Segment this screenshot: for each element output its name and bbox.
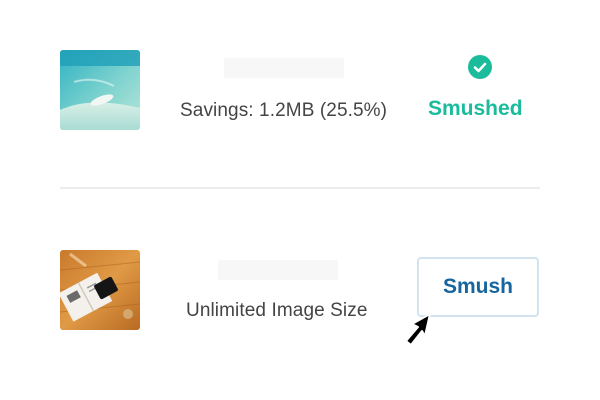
smush-button[interactable]: Smush xyxy=(417,257,539,317)
smushed-status-label: Smushed xyxy=(428,97,523,120)
image-size-text: Unlimited Image Size xyxy=(186,300,368,321)
smush-button-label: Smush xyxy=(442,275,513,298)
smush-image-list: Savings: 1.2MB (25.5%) Smushed Unlimited… xyxy=(0,0,600,400)
beach-photo-thumbnail xyxy=(60,50,140,130)
check-circle-icon xyxy=(468,55,492,79)
arrow-pointer-icon xyxy=(402,312,436,346)
title-placeholder-bar xyxy=(218,260,338,280)
title-placeholder-bar xyxy=(224,58,344,78)
desk-photo-thumbnail xyxy=(60,250,140,330)
savings-text: Savings: 1.2MB (25.5%) xyxy=(180,100,388,121)
row-divider xyxy=(60,187,540,189)
